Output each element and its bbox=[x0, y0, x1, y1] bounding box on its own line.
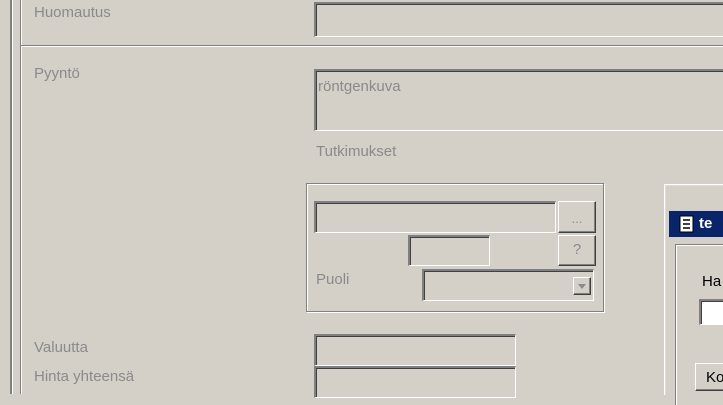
code-field[interactable] bbox=[408, 235, 490, 266]
browse-button[interactable]: ... bbox=[558, 201, 596, 233]
valuutta-field[interactable] bbox=[314, 334, 516, 366]
chevron-down-icon bbox=[578, 284, 586, 289]
huomautus-field[interactable] bbox=[314, 2, 723, 37]
dialog-button-label: Ko bbox=[706, 369, 723, 386]
document-icon bbox=[679, 215, 694, 233]
tutkimukset-label: Tutkimukset bbox=[316, 143, 397, 160]
dialog-window[interactable]: te Ha Ko bbox=[664, 184, 723, 405]
valuutta-label: Valuutta bbox=[34, 339, 88, 356]
form-left-edge bbox=[10, 0, 12, 394]
pyynto-value: röntgenkuva bbox=[318, 78, 401, 95]
puoli-dropdown-button[interactable] bbox=[573, 277, 591, 295]
hinta-field[interactable] bbox=[314, 366, 516, 398]
puoli-select[interactable] bbox=[422, 269, 594, 301]
dialog-titlebar[interactable]: te bbox=[669, 211, 723, 237]
pyynto-field[interactable]: röntgenkuva bbox=[314, 69, 723, 131]
section-separator bbox=[21, 45, 723, 46]
dialog-button[interactable]: Ko bbox=[695, 363, 723, 391]
help-button[interactable]: ? bbox=[558, 235, 596, 266]
form-left-edge-inner bbox=[20, 0, 21, 394]
huomautus-label: Huomautus bbox=[34, 4, 111, 21]
pyynto-label: Pyyntö bbox=[34, 65, 80, 82]
hinta-label: Hinta yhteensä bbox=[34, 368, 135, 385]
dialog-field-label: Ha bbox=[702, 273, 722, 290]
dialog-input[interactable] bbox=[699, 299, 723, 325]
dialog-title: te bbox=[699, 215, 713, 232]
tutkimus-field[interactable] bbox=[314, 201, 556, 233]
puoli-label: Puoli bbox=[316, 271, 350, 288]
